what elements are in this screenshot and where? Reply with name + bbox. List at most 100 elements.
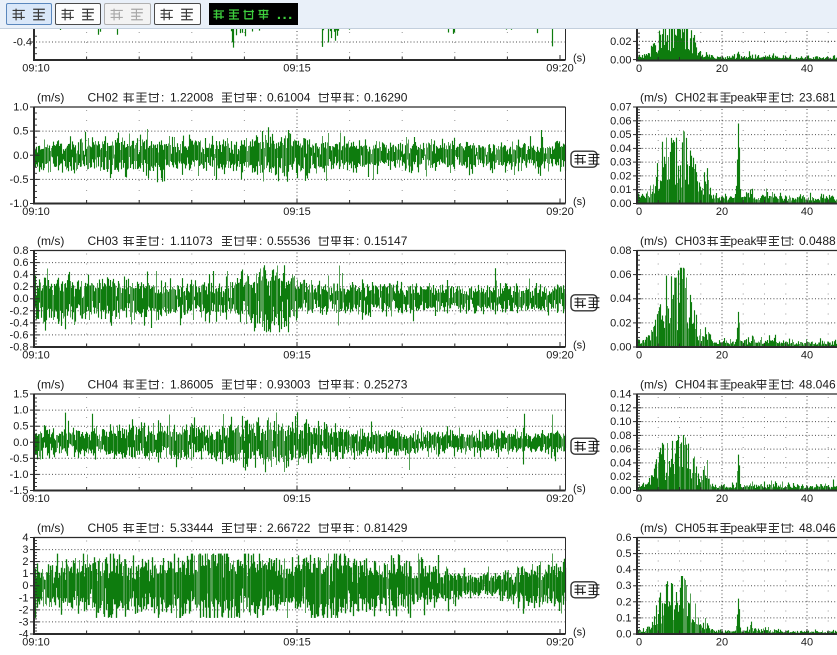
svg-text::: : <box>259 234 262 248</box>
svg-text:0.6: 0.6 <box>13 257 28 269</box>
svg-text:(s): (s) <box>573 53 586 65</box>
svg-text::: : <box>356 234 359 248</box>
svg-text::: : <box>161 234 164 248</box>
svg-text:0.00: 0.00 <box>610 54 631 66</box>
svg-text:0.06: 0.06 <box>610 115 631 127</box>
svg-text:(s): (s) <box>573 627 586 639</box>
svg-text:1: 1 <box>22 568 28 580</box>
svg-text:0.02: 0.02 <box>610 471 631 483</box>
svg-text:(s): (s) <box>573 483 586 495</box>
svg-text:0.5: 0.5 <box>616 548 631 560</box>
svg-text:(m/s): (m/s) <box>37 521 64 535</box>
svg-text:0.6: 0.6 <box>616 532 631 544</box>
svg-text:(s): (s) <box>573 196 586 208</box>
svg-text:0.08: 0.08 <box>610 245 631 257</box>
svg-text:0.5: 0.5 <box>13 421 28 433</box>
svg-text:0.06: 0.06 <box>610 444 631 456</box>
svg-text:2.66722: 2.66722 <box>267 521 311 535</box>
svg-text:0: 0 <box>636 206 642 218</box>
svg-text:-0.2: -0.2 <box>10 305 29 317</box>
svg-text:0.2: 0.2 <box>616 596 631 608</box>
svg-text:-1: -1 <box>19 592 29 604</box>
svg-text:0.15147: 0.15147 <box>364 234 408 248</box>
svg-text:0.55536: 0.55536 <box>267 234 311 248</box>
svg-text:0: 0 <box>22 580 28 592</box>
svg-text:(m/s): (m/s) <box>37 234 64 248</box>
svg-text:20: 20 <box>716 493 728 505</box>
svg-text:0.2: 0.2 <box>13 281 28 293</box>
svg-text:0.4: 0.4 <box>13 269 28 281</box>
svg-text:0.12: 0.12 <box>610 402 631 414</box>
svg-text:40: 40 <box>801 63 813 75</box>
svg-text:09:10: 09:10 <box>22 493 50 505</box>
svg-text:09:20: 09:20 <box>546 206 574 218</box>
svg-text:0.00: 0.00 <box>610 342 631 354</box>
svg-text:0.8: 0.8 <box>13 245 28 257</box>
svg-text:0.0: 0.0 <box>13 437 28 449</box>
svg-text:1.0: 1.0 <box>13 405 28 417</box>
svg-text:0.02: 0.02 <box>610 317 631 329</box>
svg-text:(m/s): (m/s) <box>640 234 667 248</box>
svg-text:1.0: 1.0 <box>13 102 28 114</box>
svg-text:0.3: 0.3 <box>616 580 631 592</box>
svg-text:48.046: 48.046 <box>799 378 836 392</box>
svg-text:1.86005: 1.86005 <box>170 378 214 392</box>
svg-text:48.046: 48.046 <box>799 521 836 535</box>
svg-text:0.93003: 0.93003 <box>267 378 311 392</box>
svg-text:09:20: 09:20 <box>546 350 574 362</box>
svg-text:(m/s): (m/s) <box>37 378 64 392</box>
svg-text:0.61004: 0.61004 <box>267 91 311 105</box>
svg-text:0.06: 0.06 <box>610 269 631 281</box>
svg-text::: : <box>791 521 794 535</box>
svg-text:5.33444: 5.33444 <box>170 521 214 535</box>
svg-text:-0.5: -0.5 <box>10 453 29 465</box>
svg-text:CH03: CH03 <box>675 234 706 248</box>
svg-text:0.16290: 0.16290 <box>364 91 408 105</box>
svg-text:peak: peak <box>731 378 758 392</box>
svg-text::: : <box>791 91 794 105</box>
svg-text:0.1: 0.1 <box>616 612 631 624</box>
svg-text:0: 0 <box>636 63 642 75</box>
svg-text:CH05: CH05 <box>675 521 706 535</box>
svg-text:0.05: 0.05 <box>610 129 631 141</box>
svg-text:peak: peak <box>731 521 758 535</box>
svg-text:0.02: 0.02 <box>610 170 631 182</box>
svg-text:0: 0 <box>636 350 642 362</box>
svg-text:09:10: 09:10 <box>22 206 50 218</box>
svg-text:-0.5: -0.5 <box>10 174 29 186</box>
svg-text:09:10: 09:10 <box>22 350 50 362</box>
svg-text:0.0: 0.0 <box>13 150 28 162</box>
svg-text:CH03: CH03 <box>88 234 119 248</box>
svg-text:(s): (s) <box>573 340 586 352</box>
svg-text:CH04: CH04 <box>675 378 706 392</box>
svg-text:-0.6: -0.6 <box>10 329 29 341</box>
svg-text::: : <box>161 378 164 392</box>
svg-text:peak: peak <box>731 91 758 105</box>
svg-text:1.22008: 1.22008 <box>170 91 214 105</box>
svg-text:3: 3 <box>22 544 28 556</box>
svg-text:09:15: 09:15 <box>283 63 311 75</box>
svg-text:0.5: 0.5 <box>13 126 28 138</box>
svg-text:09:10: 09:10 <box>22 63 50 75</box>
svg-text:0.04: 0.04 <box>610 457 631 469</box>
svg-text::: : <box>161 521 164 535</box>
svg-text:23.681: 23.681 <box>799 91 836 105</box>
svg-text:0.04: 0.04 <box>610 143 631 155</box>
svg-text:09:15: 09:15 <box>283 637 311 649</box>
svg-text:(m/s): (m/s) <box>640 521 667 535</box>
svg-text:0.4: 0.4 <box>616 564 631 576</box>
svg-text:1.5: 1.5 <box>13 389 28 401</box>
svg-text:0.00: 0.00 <box>610 198 631 210</box>
svg-text:0.07: 0.07 <box>610 102 631 114</box>
svg-text:(m/s): (m/s) <box>640 91 667 105</box>
svg-text:0: 0 <box>636 493 642 505</box>
svg-text:-0.4: -0.4 <box>13 37 32 49</box>
svg-text:09:20: 09:20 <box>546 493 574 505</box>
svg-text:-2: -2 <box>19 604 29 616</box>
svg-text:2: 2 <box>22 556 28 568</box>
svg-text:09:15: 09:15 <box>283 350 311 362</box>
svg-text:1.11073: 1.11073 <box>170 234 213 248</box>
svg-text::: : <box>356 521 359 535</box>
svg-text:-3: -3 <box>19 616 29 628</box>
svg-text:20: 20 <box>716 63 728 75</box>
